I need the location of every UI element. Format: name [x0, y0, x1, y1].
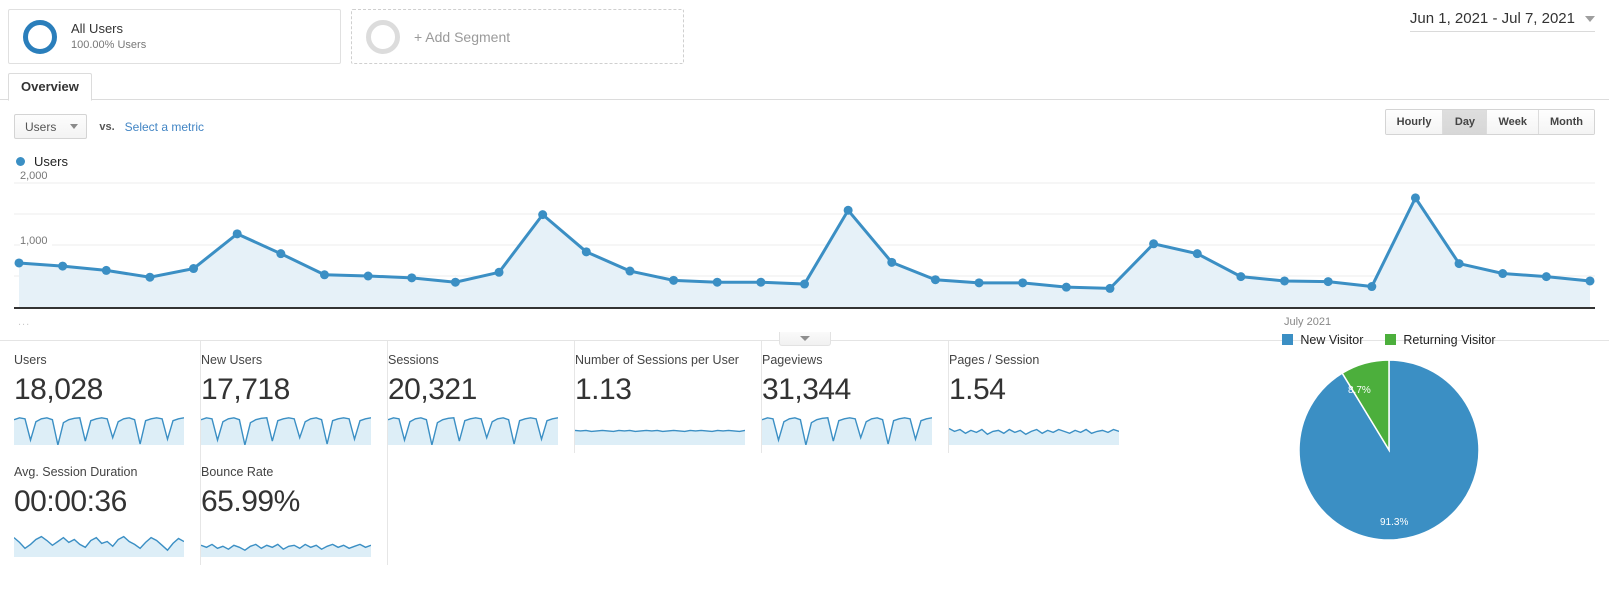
ring-icon [23, 19, 57, 54]
pie-svg [1298, 359, 1480, 541]
sparkline-sessions [388, 411, 558, 445]
sparkline-pageviews [762, 411, 932, 445]
granularity-day-button[interactable]: Day [1443, 110, 1488, 134]
primary-metric-select[interactable]: Users [14, 114, 88, 139]
granularity-toggle-group: Hourly Day Week Month [1384, 109, 1595, 135]
x-axis-tick-start: ... [18, 316, 31, 328]
metric-label: Number of Sessions per User [575, 353, 739, 367]
chart-svg [14, 182, 1595, 309]
metric-tile-pages-per-session[interactable]: Pages / Session 1.54 [949, 341, 1136, 453]
chevron-down-icon [70, 124, 79, 129]
y-axis-tick-2000: 2,000 [20, 170, 52, 182]
pie-legend-returning-visitor[interactable]: Returning Visitor [1385, 333, 1496, 347]
legend-swatch-returning-visitor [1385, 334, 1397, 345]
pie-slice-label-returning: 8.7% [1348, 385, 1371, 396]
metric-value: 31,344 [762, 373, 851, 406]
metric-label: Pageviews [762, 353, 823, 367]
date-range-picker[interactable]: Jun 1, 2021 - Jul 7, 2021 [1409, 10, 1595, 32]
pie-legend-label-returning: Returning Visitor [1403, 333, 1496, 347]
sparkline-pages-per-session [949, 411, 1119, 445]
pie-chart[interactable]: 8.7% 91.3% [1298, 359, 1480, 541]
pie-slice-label-new: 91.3% [1380, 517, 1409, 528]
metric-label: Avg. Session Duration [14, 465, 138, 479]
legend-swatch-new-visitor [1282, 334, 1294, 345]
select-a-metric-link[interactable]: Select a metric [125, 120, 204, 134]
metric-tile-new-users[interactable]: New Users 17,718 [201, 341, 388, 453]
pie-legend-new-visitor[interactable]: New Visitor [1282, 333, 1363, 347]
pie-legend-label-new: New Visitor [1300, 333, 1364, 347]
metric-label: Bounce Rate [201, 465, 274, 479]
granularity-hourly-button[interactable]: Hourly [1385, 110, 1444, 134]
metric-tile-sessions[interactable]: Sessions 20,321 [388, 341, 575, 453]
granularity-week-button[interactable]: Week [1487, 110, 1540, 134]
add-segment-button[interactable]: + Add Segment [351, 9, 684, 64]
metric-label: Pages / Session [949, 353, 1040, 367]
tab-overview[interactable]: Overview [8, 73, 92, 101]
segment-subtitle: 100.00% Users [71, 38, 147, 51]
x-axis-tick-july: July 2021 [1284, 316, 1332, 328]
ring-icon [366, 19, 400, 54]
users-over-time-chart: Users 2,000 1,000 ... July 2021 [0, 144, 1609, 346]
vs-label: vs. [99, 120, 115, 133]
add-segment-label: + Add Segment [414, 28, 511, 45]
metric-tile-pageviews[interactable]: Pageviews 31,344 [762, 341, 949, 453]
metric-label: Sessions [388, 353, 439, 367]
metric-value: 65.99% [201, 485, 300, 518]
chart-plot-area[interactable]: 2,000 1,000 [14, 170, 1595, 315]
granularity-month-button[interactable]: Month [1539, 110, 1594, 134]
date-range-label: Jun 1, 2021 - Jul 7, 2021 [1409, 10, 1575, 27]
sparkline-sessions-per-user [575, 411, 745, 445]
metric-value: 1.54 [949, 373, 1006, 406]
segment-title: All Users [71, 20, 124, 36]
pie-legend: New Visitor Returning Visitor [1189, 333, 1589, 347]
y-axis-tick-1000: 1,000 [20, 235, 52, 247]
metric-value: 00:00:36 [14, 485, 127, 518]
metric-tile-bounce-rate[interactable]: Bounce Rate 65.99% [201, 453, 388, 565]
tab-strip: Overview [0, 72, 1609, 101]
new-vs-returning-pie: New Visitor Returning Visitor 8.7% 91.3% [1189, 333, 1589, 541]
sparkline-bounce-rate [201, 523, 371, 557]
metric-label: Users [14, 353, 47, 367]
metric-value: 1.13 [575, 373, 632, 406]
metric-value: 17,718 [201, 373, 290, 406]
primary-metric-label: Users [25, 119, 57, 134]
metric-selector-row: Users vs. Select a metric Hourly Day Wee… [0, 100, 1609, 144]
chart-legend: Users [16, 154, 1595, 169]
metric-tile-row-1: Users 18,028 New Users 17,718 Sessions 2… [14, 341, 1139, 453]
metric-value: 18,028 [14, 373, 103, 406]
metric-tile-sessions-per-user[interactable]: Number of Sessions per User 1.13 [575, 341, 762, 453]
metric-value: 20,321 [388, 373, 477, 406]
chevron-down-icon [1585, 15, 1595, 22]
legend-label-users: Users [34, 154, 68, 169]
sparkline-new-users [201, 411, 371, 445]
sparkline-users [14, 411, 184, 445]
metric-tile-row-2: Avg. Session Duration 00:00:36 Bounce Ra… [14, 453, 1139, 565]
segment-all-users[interactable]: All Users 100.00% Users [8, 9, 341, 64]
metric-tile-users[interactable]: Users 18,028 [14, 341, 201, 453]
metric-label: New Users [201, 353, 263, 367]
metric-tile-avg-session-duration[interactable]: Avg. Session Duration 00:00:36 [14, 453, 201, 565]
segment-bar: All Users 100.00% Users + Add Segment Ju… [0, 0, 1609, 72]
legend-dot-users [16, 157, 25, 166]
sparkline-avg-session-duration [14, 523, 184, 557]
overview-summary: Users 18,028 New Users 17,718 Sessions 2… [0, 333, 1609, 565]
metric-tiles: Users 18,028 New Users 17,718 Sessions 2… [14, 341, 1139, 565]
